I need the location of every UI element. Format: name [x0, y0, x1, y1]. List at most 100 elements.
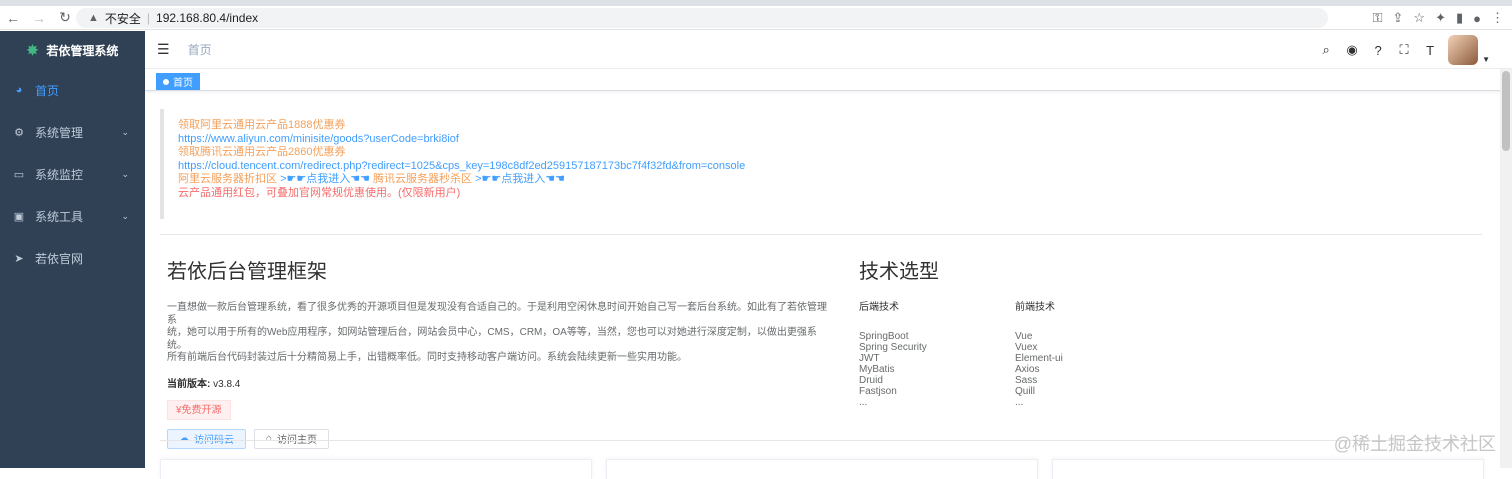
fullscreen-icon[interactable]: ⛶	[1396, 42, 1412, 58]
star-icon[interactable]: ☆	[1413, 10, 1425, 26]
intro-desc-line: 统，她可以用于所有的Web应用程序，如网站管理后台，网站会员中心，CMS，CRM…	[167, 327, 817, 351]
warning-icon: ▲	[88, 12, 99, 24]
send-icon: ➤	[14, 252, 24, 265]
chevron-down-icon: ⌄	[121, 210, 129, 221]
tech-section: 技术选型 后端技术 SpringBoot Spring Security JWT…	[859, 255, 1189, 408]
sidepanel-icon[interactable]: ▮	[1456, 10, 1463, 26]
list-item: JWT	[859, 353, 880, 364]
cloud-icon: ☁	[179, 433, 189, 444]
sidebar-item-label: 系统工具	[35, 209, 84, 224]
gear-icon: ⚙	[14, 126, 24, 139]
notice-tencent-label: 腾讯云服务器秒杀区	[373, 173, 472, 185]
address-separator: |	[146, 11, 151, 25]
tag-label: 首页	[173, 78, 193, 89]
card-row	[160, 459, 1490, 479]
notice-line: 领取腾讯云通用云产品2860优惠券	[178, 146, 346, 158]
chevron-down-icon: ⌄	[121, 126, 129, 137]
card	[160, 459, 592, 479]
breadcrumb[interactable]: 首页	[188, 41, 212, 58]
scrollbar[interactable]	[1500, 69, 1512, 468]
sidebar: ✸ 若依管理系统 ◕ 首页 ⚙ 系统管理 ⌄ ▭ 系统监控 ⌄ ▣ 系统工具 ⌄…	[0, 31, 145, 468]
tags-view: 首页	[145, 69, 1512, 91]
key-icon[interactable]: ⚿	[1373, 10, 1383, 26]
free-open-source-tag: ¥免费开源	[167, 399, 231, 420]
notice-line-promos: 阿里云服务器折扣区 >☛☛点我进入☚☚ 腾讯云服务器秒杀区 >☛☛点我进入☚☚	[178, 173, 1480, 187]
intro-desc: 一直想做一款后台管理系统，看了很多优秀的开源项目但是发现没有合适自己的。于是利用…	[167, 302, 827, 365]
logo[interactable]: ✸ 若依管理系统	[0, 31, 145, 69]
back-icon[interactable]: ←	[0, 10, 26, 26]
logo-text: 若依管理系统	[46, 43, 119, 58]
intro-section: 若依后台管理框架 一直想做一款后台管理系统，看了很多优秀的开源项目但是发现没有合…	[167, 255, 827, 449]
list-item: Element-ui	[1015, 353, 1063, 364]
browser-actions: ⚿ ⇪ ☆ ✦ ▮ ● ⋮	[1373, 8, 1504, 28]
main-content: ☰ 首页 ⌕ ◉ ? ⛶ T ▼ 首页 领取阿里云通用云产品1888优惠券 ht…	[145, 31, 1512, 479]
sidebar-item-monitor[interactable]: ▭ 系统监控 ⌄	[0, 153, 145, 195]
frontend-header: 前端技术	[1015, 302, 1055, 313]
intro-desc-line: 所有前端后台代码封装过后十分精简易上手，出错概率低。同时支持移动客户端访问。系统…	[167, 352, 687, 363]
list-item: Axios	[1015, 364, 1040, 375]
watermark: @稀土掘金技术社区	[1333, 434, 1496, 454]
profile-icon[interactable]: ●	[1473, 11, 1481, 26]
sidebar-item-label: 若依官网	[35, 251, 84, 266]
visit-home-button[interactable]: ⌂ 访问主页	[254, 428, 330, 449]
list-item: Sass	[1015, 375, 1038, 386]
notice-tencent-link[interactable]: >☛☛点我进入☚☚	[475, 173, 565, 185]
sidebar-item-home[interactable]: ◕ 首页	[0, 69, 145, 111]
notice-link[interactable]: https://www.aliyun.com/minisite/goods?us…	[178, 133, 1480, 147]
sidebar-item-label: 系统管理	[35, 125, 84, 140]
forward-icon[interactable]: →	[26, 10, 52, 26]
divider	[160, 234, 1482, 235]
dashboard-icon: ◕	[15, 84, 23, 96]
extensions-icon[interactable]: ✦	[1435, 10, 1446, 26]
notice-link[interactable]: https://cloud.tencent.com/redirect.php?r…	[178, 160, 1480, 174]
card	[606, 459, 1038, 479]
logo-icon: ✸	[26, 41, 39, 58]
visit-gitee-button[interactable]: ☁ 访问码云	[167, 428, 246, 449]
list-item: Fastjson	[859, 386, 897, 397]
promo-notice: 领取阿里云通用云产品1888优惠券 https://www.aliyun.com…	[160, 109, 1480, 219]
scrollbar-thumb[interactable]	[1502, 71, 1510, 151]
backend-header: 后端技术	[859, 302, 899, 313]
chevron-down-icon: ⌄	[121, 168, 129, 179]
hamburger-icon[interactable]: ☰	[157, 41, 170, 58]
question-icon[interactable]: ?	[1370, 43, 1386, 58]
list-item: Quill	[1015, 386, 1036, 397]
caret-down-icon[interactable]: ▼	[1482, 55, 1490, 64]
home-icon: ⌂	[266, 433, 273, 444]
list-item: Vue	[1015, 331, 1033, 342]
notice-aliyun-label: 阿里云服务器折扣区	[178, 173, 277, 185]
notice-line: 领取阿里云通用云产品1888优惠券	[178, 119, 346, 131]
list-item: ...	[1015, 397, 1024, 408]
toolbox-icon: ▣	[13, 210, 25, 223]
font-size-icon[interactable]: T	[1422, 43, 1438, 58]
notice-line: 云产品通用红包，可叠加官网常规优惠使用。(仅限新用户)	[178, 186, 461, 199]
security-label: 不安全	[104, 11, 141, 26]
monitor-icon: ▭	[13, 168, 25, 181]
reload-icon[interactable]: ↻	[52, 9, 78, 26]
tech-title: 技术选型	[859, 261, 939, 283]
search-icon[interactable]: ⌕	[1318, 42, 1334, 58]
card	[1052, 459, 1484, 479]
list-item: MyBatis	[859, 364, 895, 375]
github-icon[interactable]: ◉	[1344, 42, 1360, 58]
sidebar-item-system[interactable]: ⚙ 系统管理 ⌄	[0, 111, 145, 153]
tag-home[interactable]: 首页	[156, 73, 200, 90]
sidebar-item-label: 系统监控	[35, 167, 84, 182]
intro-title: 若依后台管理框架	[167, 261, 327, 283]
divider	[160, 440, 1482, 441]
sidebar-item-tools[interactable]: ▣ 系统工具 ⌄	[0, 195, 145, 237]
tag-dot-icon	[163, 78, 169, 85]
share-icon[interactable]: ⇪	[1393, 10, 1404, 26]
intro-buttons: ☁ 访问码云 ⌂ 访问主页	[167, 428, 827, 449]
navbar-actions: ⌕ ◉ ? ⛶ T ▼	[1318, 35, 1490, 65]
version-value: v3.8.4	[213, 378, 241, 390]
avatar[interactable]	[1448, 35, 1479, 65]
version-label: 当前版本:	[167, 378, 211, 390]
menu-dots-icon[interactable]: ⋮	[1491, 10, 1504, 26]
frontend-column: 前端技术 Vue Vuex Element-ui Axios Sass Quil…	[1015, 302, 1171, 408]
notice-aliyun-link[interactable]: >☛☛点我进入☚☚	[280, 173, 370, 185]
address-bar[interactable]: ▲ 不安全 | 192.168.80.4/index	[76, 8, 1328, 28]
list-item: ...	[859, 397, 868, 408]
sidebar-item-website[interactable]: ➤ 若依官网	[0, 237, 145, 279]
navbar: ☰ 首页 ⌕ ◉ ? ⛶ T ▼	[145, 31, 1512, 69]
